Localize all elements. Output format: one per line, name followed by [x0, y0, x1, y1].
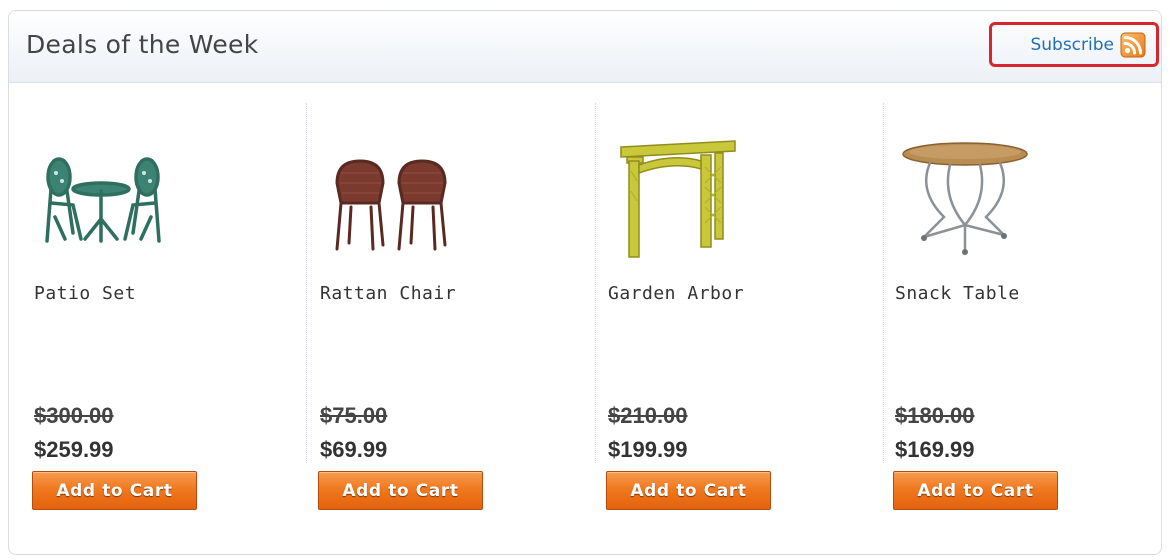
rattan-chair-image[interactable]: [315, 121, 465, 261]
add-to-cart-button[interactable]: Add to Cart: [606, 471, 771, 510]
subscribe-link[interactable]: Subscribe: [989, 22, 1159, 67]
product-name[interactable]: Patio Set: [34, 283, 136, 304]
rss-feed-icon: [1120, 32, 1146, 58]
patio-set-image[interactable]: [29, 121, 179, 261]
deals-panel: Deals of the Week Subscribe Patio Set $3…: [8, 10, 1162, 555]
original-price: $210.00: [608, 403, 688, 428]
original-price: $180.00: [895, 403, 975, 428]
original-price: $75.00: [320, 403, 388, 428]
snack-table-image[interactable]: [890, 121, 1040, 261]
add-to-cart-button[interactable]: Add to Cart: [893, 471, 1058, 510]
product-name[interactable]: Snack Table: [895, 283, 1020, 304]
original-price: $300.00: [34, 403, 114, 428]
add-to-cart-button[interactable]: Add to Cart: [318, 471, 483, 510]
product-card-snack-table: Snack Table $180.00 $169.99 Add to Cart: [878, 111, 1148, 531]
product-name[interactable]: Rattan Chair: [320, 283, 456, 304]
sale-price: $69.99: [320, 437, 388, 462]
panel-title: Deals of the Week: [26, 30, 259, 59]
sale-price: $199.99: [608, 437, 688, 462]
product-card-patio-set: Patio Set $300.00 $259.99 Add to Cart: [17, 111, 287, 531]
sale-price: $259.99: [34, 437, 114, 462]
add-to-cart-button[interactable]: Add to Cart: [32, 471, 197, 510]
panel-header: Deals of the Week Subscribe: [9, 11, 1161, 83]
product-card-rattan-chair: Rattan Chair $75.00 $69.99 Add to Cart: [303, 111, 573, 531]
subscribe-label: Subscribe: [1030, 34, 1114, 55]
sale-price: $169.99: [895, 437, 975, 462]
product-name[interactable]: Garden Arbor: [608, 283, 744, 304]
garden-arbor-image[interactable]: [603, 121, 753, 261]
product-card-garden-arbor: Garden Arbor $210.00 $199.99 Add to Cart: [591, 111, 861, 531]
